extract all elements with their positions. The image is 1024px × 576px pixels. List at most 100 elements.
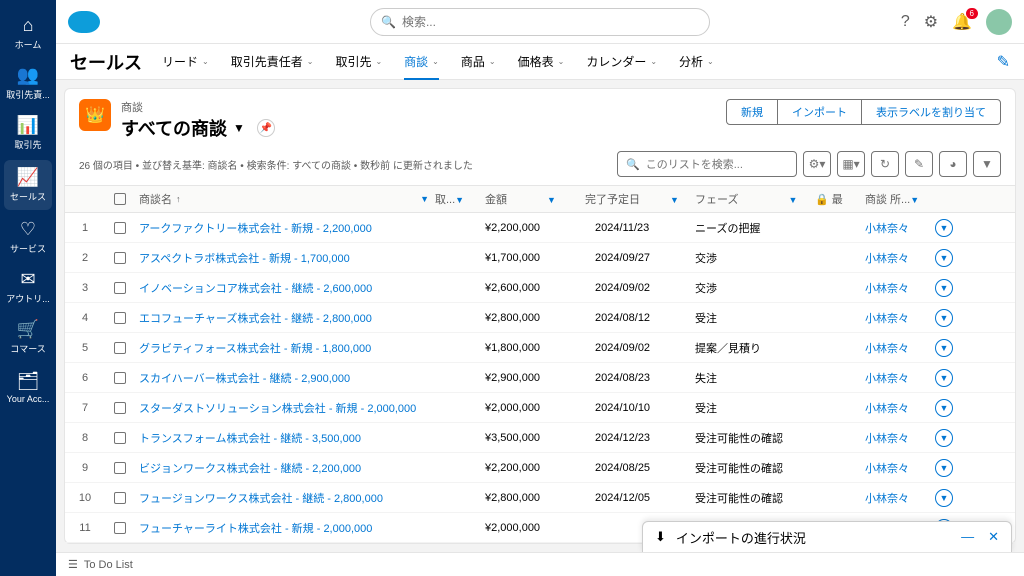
import-button[interactable]: インポート (778, 99, 861, 125)
owner-link[interactable]: 小林奈々 (865, 403, 909, 415)
help-icon[interactable]: ? (901, 13, 910, 31)
row-checkbox[interactable] (114, 312, 126, 324)
sidebar-item-4[interactable]: ♡サービス (0, 212, 56, 262)
col-phase[interactable]: フェーズ▼ (695, 191, 815, 207)
sidebar-label: アウトリ... (6, 292, 50, 305)
nav-item-リード[interactable]: リード ⌄ (162, 53, 209, 70)
col-account[interactable]: 取...▼ (435, 191, 485, 207)
filter-button[interactable]: ▼ (973, 151, 1001, 177)
setup-icon[interactable]: ⚙ (924, 12, 938, 32)
owner-link[interactable]: 小林奈々 (865, 343, 909, 355)
table-row: 2 アスペクトラボ株式会社 - 新規 - 1,700,000 ¥1,700,00… (65, 243, 1015, 273)
row-checkbox[interactable] (114, 342, 126, 354)
refresh-button[interactable]: ↻ (871, 151, 899, 177)
nav-item-商品[interactable]: 商品 ⌄ (461, 53, 496, 70)
col-amount[interactable]: 金額▼ (485, 191, 585, 207)
chevron-down-icon[interactable]: ▼ (233, 121, 245, 135)
row-menu-button[interactable]: ▼ (935, 489, 953, 507)
new-button[interactable]: 新規 (726, 99, 778, 125)
sidebar-item-3[interactable]: 📈セールス (4, 160, 52, 210)
owner-link[interactable]: 小林奈々 (865, 223, 909, 235)
row-menu-button[interactable]: ▼ (935, 219, 953, 237)
col-forecast[interactable]: 🔒 最 (815, 191, 865, 207)
row-checkbox[interactable] (114, 402, 126, 414)
select-all-checkbox[interactable] (114, 193, 126, 205)
list-view-title[interactable]: すべての商談 (121, 115, 227, 141)
row-menu-button[interactable]: ▼ (935, 309, 953, 327)
opportunity-link[interactable]: トランスフォーム株式会社 - 継続 - 3,500,000 (139, 430, 361, 446)
nav-item-カレンダー[interactable]: カレンダー ⌄ (586, 53, 657, 70)
opportunity-link[interactable]: フュージョンワークス株式会社 - 継続 - 2,800,000 (139, 490, 383, 506)
row-checkbox[interactable] (114, 252, 126, 264)
sidebar-item-2[interactable]: 📊取引先 (0, 108, 56, 158)
owner-link[interactable]: 小林奈々 (865, 433, 909, 445)
row-checkbox[interactable] (114, 492, 126, 504)
row-checkbox[interactable] (114, 432, 126, 444)
edit-list-button[interactable]: ✎ (905, 151, 933, 177)
row-menu-button[interactable]: ▼ (935, 339, 953, 357)
todo-icon[interactable]: ☰ (68, 558, 78, 571)
opportunity-link[interactable]: フューチャーライト株式会社 - 新規 - 2,000,000 (139, 520, 372, 536)
row-checkbox[interactable] (114, 522, 126, 534)
opportunity-link[interactable]: スターダストソリューション株式会社 - 新規 - 2,000,000 (139, 400, 416, 416)
row-menu-button[interactable]: ▼ (935, 459, 953, 477)
opportunity-link[interactable]: ビジョンワークス株式会社 - 継続 - 2,200,000 (139, 460, 361, 476)
assign-label-button[interactable]: 表示ラベルを割り当て (861, 99, 1001, 125)
sidebar-item-7[interactable]: 🗂Your Acc... (0, 362, 56, 412)
chart-button[interactable]: ◕ (939, 151, 967, 177)
opportunity-link[interactable]: アークファクトリー株式会社 - 新規 - 2,200,000 (139, 220, 372, 236)
opportunity-link[interactable]: アスペクトラボ株式会社 - 新規 - 1,700,000 (139, 250, 350, 266)
row-menu-button[interactable]: ▼ (935, 429, 953, 447)
nav-item-取引先[interactable]: 取引先 ⌄ (335, 53, 382, 70)
user-avatar[interactable] (986, 9, 1012, 35)
todo-label[interactable]: To Do List (84, 559, 133, 571)
list-search-input[interactable]: 🔍 このリストを検索... (617, 151, 797, 177)
opportunity-link[interactable]: スカイハーバー株式会社 - 継続 - 2,900,000 (139, 370, 350, 386)
sidebar-label: セールス (10, 190, 46, 203)
owner-link[interactable]: 小林奈々 (865, 463, 909, 475)
nav-item-取引先責任者[interactable]: 取引先責任者 ⌄ (231, 53, 314, 70)
pin-icon[interactable]: 📌 (257, 119, 275, 137)
owner-link[interactable]: 小林奈々 (865, 253, 909, 265)
chevron-down-icon[interactable]: ▼ (420, 194, 429, 204)
row-checkbox[interactable] (114, 282, 126, 294)
table-row: 10 フュージョンワークス株式会社 - 継続 - 2,800,000 ¥2,80… (65, 483, 1015, 513)
global-search[interactable]: 🔍 検索... (370, 8, 710, 36)
sidebar-item-6[interactable]: 🛒コマース (0, 312, 56, 362)
row-menu-button[interactable]: ▼ (935, 399, 953, 417)
nav-item-商談[interactable]: 商談 ⌄ (404, 53, 439, 80)
app-name: セールス (70, 49, 142, 75)
owner-link[interactable]: 小林奈々 (865, 283, 909, 295)
col-name[interactable]: 商談名 ↑▼ (135, 191, 435, 207)
owner-link[interactable]: 小林奈々 (865, 493, 909, 505)
opportunity-link[interactable]: グラビティフォース株式会社 - 新規 - 1,800,000 (139, 340, 371, 356)
owner-link[interactable]: 小林奈々 (865, 313, 909, 325)
table-row: 7 スターダストソリューション株式会社 - 新規 - 2,000,000 ¥2,… (65, 393, 1015, 423)
row-menu-button[interactable]: ▼ (935, 279, 953, 297)
edit-nav-icon[interactable]: ✎ (997, 52, 1010, 72)
close-icon[interactable]: ✕ (988, 529, 999, 545)
nav-item-分析[interactable]: 分析 ⌄ (679, 53, 714, 70)
row-menu-button[interactable]: ▼ (935, 369, 953, 387)
amount-cell: ¥2,800,000 (485, 312, 585, 324)
row-checkbox[interactable] (114, 372, 126, 384)
sidebar-item-0[interactable]: ⌂ホーム (0, 8, 56, 58)
list-settings-button[interactable]: ⚙▾ (803, 151, 831, 177)
col-closedate[interactable]: 完了予定日▼ (585, 191, 695, 207)
row-checkbox[interactable] (114, 462, 126, 474)
owner-link[interactable]: 小林奈々 (865, 373, 909, 385)
row-checkbox[interactable] (114, 222, 126, 234)
opportunity-link[interactable]: エコフューチャーズ株式会社 - 継続 - 2,800,000 (139, 310, 372, 326)
opportunity-link[interactable]: イノベーションコア株式会社 - 継続 - 2,600,000 (139, 280, 372, 296)
nav-item-価格表[interactable]: 価格表 ⌄ (518, 53, 565, 70)
amount-cell: ¥2,800,000 (485, 492, 585, 504)
phase-cell: 提案／見積り (695, 340, 815, 356)
app-sidebar: ⌂ホーム👥取引先責...📊取引先📈セールス♡サービス✉アウトリ...🛒コマース🗂… (0, 0, 56, 576)
minimize-icon[interactable]: — (961, 529, 974, 545)
display-as-button[interactable]: ▦▾ (837, 151, 865, 177)
row-menu-button[interactable]: ▼ (935, 249, 953, 267)
sidebar-item-1[interactable]: 👥取引先責... (0, 58, 56, 108)
sidebar-item-5[interactable]: ✉アウトリ... (0, 262, 56, 312)
notifications-icon[interactable]: 🔔6 (952, 12, 972, 32)
col-owner[interactable]: 商談 所...▼ (865, 191, 935, 207)
